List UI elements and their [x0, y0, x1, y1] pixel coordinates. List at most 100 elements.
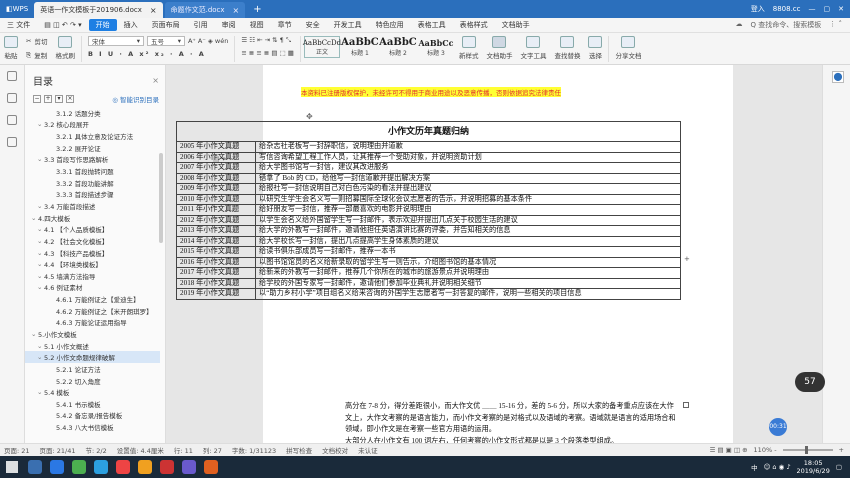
- toc-item[interactable]: 5.2.1 论证方法: [25, 363, 160, 375]
- year-cell[interactable]: 2011 年小作文真题: [176, 204, 256, 216]
- year-cell[interactable]: 2006 年小作文真题: [176, 151, 256, 163]
- toc-item[interactable]: 3.3.2 首段功能讲解: [25, 177, 160, 189]
- chevron-icon[interactable]: ⌄: [37, 225, 44, 233]
- text-tools-button[interactable]: 文字工具: [516, 36, 550, 60]
- chevron-icon[interactable]: ⌄: [37, 120, 44, 128]
- doc-check-button[interactable]: 文档校对: [322, 445, 348, 455]
- window-close-icon[interactable]: ✕: [838, 5, 844, 13]
- toc-item[interactable]: 3.1.2 话题分类: [25, 107, 160, 119]
- new-style-button[interactable]: 新样式: [455, 36, 483, 60]
- style-normal[interactable]: AaBbCcDd 正文: [303, 36, 341, 58]
- toc-item[interactable]: ⌄ 5.1 小作文概述: [25, 340, 160, 352]
- toc-item[interactable]: ⌄ 4.3 【科技产品模板】: [25, 247, 160, 259]
- font-size-select[interactable]: 五号 ▾: [146, 36, 185, 46]
- wps-sheet-icon[interactable]: [138, 460, 152, 474]
- location-icon[interactable]: ⬤: [832, 71, 844, 83]
- toc-item[interactable]: ⌄ 5.4 模板: [25, 386, 160, 398]
- doc-assistant-button[interactable]: 文档助手: [482, 36, 516, 60]
- more-icon[interactable]: ⋮ ˄: [829, 20, 842, 30]
- zoom-slider-handle[interactable]: [804, 446, 808, 454]
- menu-developer[interactable]: 开发工具: [327, 20, 369, 30]
- description-cell[interactable]: 以学生会名义给外国留学生写一封邮件，表示欢迎并提出几点关于校园生活的建议: [255, 214, 681, 226]
- menu-table-style[interactable]: 表格样式: [453, 20, 495, 30]
- year-cell[interactable]: 2007 年小作文真题: [176, 162, 256, 174]
- description-cell[interactable]: 给大学校长写一封信，提出几点提高学生身体素质的建议: [255, 235, 681, 247]
- zoom-level[interactable]: 110% -: [754, 446, 777, 454]
- toc-item[interactable]: 3.3.1 首段抛转问题: [25, 165, 160, 177]
- zoom-in-icon[interactable]: +: [839, 446, 844, 454]
- status-words[interactable]: 字数: 1/31123: [232, 445, 276, 455]
- toc-item[interactable]: ⌄ 4.5 墙满方法指导: [25, 270, 160, 282]
- description-cell[interactable]: 以“助力乡村小学”项目组名义给来咨询的外国学生志愿者写一封答复的邮件，说明一些相…: [255, 288, 681, 300]
- notification-icon[interactable]: ▢: [836, 463, 842, 471]
- media-icon[interactable]: [182, 460, 196, 474]
- select-button[interactable]: 选择: [584, 36, 606, 60]
- font-grow-icon[interactable]: A⁺ A⁻ ◈ wén: [188, 37, 228, 45]
- close-icon[interactable]: ×: [150, 6, 157, 15]
- menu-layout[interactable]: 页面布局: [145, 20, 187, 30]
- ie-browser-icon[interactable]: [50, 460, 64, 474]
- style-heading-3[interactable]: AaBbCc 标题 3: [418, 36, 454, 58]
- doc-tab-1[interactable]: 英语一作文模板于201906.docx ×: [34, 2, 163, 18]
- toc-icon[interactable]: [7, 71, 17, 81]
- paste-button[interactable]: 粘贴: [0, 36, 22, 60]
- year-cell[interactable]: 2015 年小作文真题: [176, 246, 256, 258]
- chrome-icon[interactable]: [72, 460, 86, 474]
- toc-item[interactable]: ⌄ 3.4 万能首段描述: [25, 200, 160, 212]
- thumbnail-icon[interactable]: [7, 115, 17, 125]
- year-cell[interactable]: 2009 年小作文真题: [176, 183, 256, 195]
- toc-item[interactable]: ⌄ 4.四大模板: [25, 212, 160, 224]
- chevron-icon[interactable]: ⌄: [37, 342, 44, 350]
- year-cell[interactable]: 2017 年小作文真题: [176, 267, 256, 279]
- table-resize-icon[interactable]: [683, 402, 689, 408]
- command-search[interactable]: Q 查找命令、搜索模板: [751, 20, 822, 30]
- cloud-sync-icon[interactable]: ☁: [736, 20, 743, 30]
- copy-icon[interactable]: ⎘: [26, 51, 31, 60]
- year-cell[interactable]: 2008 年小作文真题: [176, 172, 256, 184]
- year-cell[interactable]: 2013 年小作文真题: [176, 225, 256, 237]
- description-cell[interactable]: 给好朋友写一封信，推荐一部最喜欢的电影并说明理由: [255, 204, 681, 216]
- description-cell[interactable]: 以图书馆馆员的名义给新录取的留学生写一则告示，介绍图书馆的基本情况: [255, 256, 681, 268]
- toc-item[interactable]: 3.2.1 具体立意及论证方法: [25, 130, 160, 142]
- level-icon[interactable]: ▾: [55, 95, 63, 103]
- format-painter-button[interactable]: 格式刷: [51, 36, 79, 60]
- align-icons[interactable]: ≡ ≣ ≡ ≣ ▤ ⬚ ▦: [241, 49, 294, 57]
- toc-item[interactable]: 3.3.3 首段描述步骤: [25, 188, 160, 200]
- table-handle-icon[interactable]: ✥: [306, 112, 313, 121]
- year-cell[interactable]: 2010 年小作文真题: [176, 193, 256, 205]
- description-cell[interactable]: 错拿了 Bob 的 CD，给他写一封信道歉并提出解决方案: [255, 172, 681, 184]
- smart-toc-button[interactable]: ◎ 智能识别目录: [112, 94, 159, 104]
- description-cell[interactable]: 以研究生学生会名义写一则招募国际全球化会议志愿者的告示，并说明招募的基本条件: [255, 193, 681, 205]
- doc-tab-2[interactable]: 命题作文范.docx ×: [164, 2, 246, 18]
- toc-item[interactable]: ⌄ 4.1 【个人品质模板】: [25, 223, 160, 235]
- zoom-slider[interactable]: [782, 446, 833, 454]
- cut-icon[interactable]: ✂: [26, 37, 31, 45]
- toc-item[interactable]: 5.2.2 切入角度: [25, 375, 160, 387]
- chevron-icon[interactable]: ⌄: [31, 330, 38, 338]
- description-cell[interactable]: 给报社写一封信说明自己对白色污染的看法并提出建议: [255, 183, 681, 195]
- chevron-icon[interactable]: ⌄: [37, 237, 44, 245]
- menu-features[interactable]: 特色应用: [369, 20, 411, 30]
- style-heading-1[interactable]: AaBbC 标题 1: [341, 36, 379, 58]
- copy-button[interactable]: 复制: [34, 50, 47, 60]
- minimize-icon[interactable]: —: [809, 5, 816, 13]
- new-tab-icon[interactable]: +: [247, 4, 267, 15]
- menu-references[interactable]: 引用: [187, 20, 215, 30]
- menu-view[interactable]: 视图: [243, 20, 271, 30]
- spell-check-button[interactable]: 拼写检查: [286, 445, 312, 455]
- description-cell[interactable]: 给大学图书馆写一封信，建议其改进服务: [255, 162, 681, 174]
- search-icon[interactable]: [7, 137, 17, 147]
- year-cell[interactable]: 2014 年小作文真题: [176, 235, 256, 247]
- menu-review[interactable]: 审阅: [215, 20, 243, 30]
- chevron-icon[interactable]: ⌄: [31, 214, 38, 222]
- quick-access-icons[interactable]: ▤ ◫ ↶ ↷ ▾: [37, 21, 88, 29]
- system-clock[interactable]: 18:05 2019/6/29: [797, 459, 830, 475]
- chevron-icon[interactable]: ⌄: [37, 388, 44, 396]
- menu-security[interactable]: 安全: [299, 20, 327, 30]
- chevron-icon[interactable]: ⌄: [37, 249, 44, 257]
- description-cell[interactable]: 给读书俱乐部成员写一封邮件，推荐一本书: [255, 246, 681, 258]
- wps-ppt-icon[interactable]: [160, 460, 174, 474]
- collapse-icon[interactable]: −: [33, 95, 41, 103]
- toc-item[interactable]: ⌄ 5.2 小作文命题规律破解: [25, 351, 160, 364]
- bookmark-icon[interactable]: [7, 93, 17, 103]
